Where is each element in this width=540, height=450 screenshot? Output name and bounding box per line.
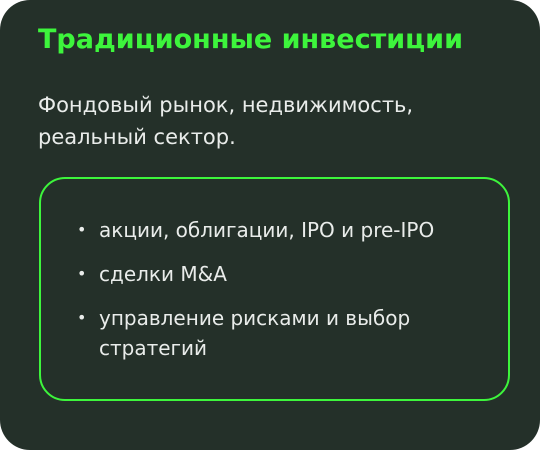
- list-item: • сделки M&A: [77, 259, 499, 289]
- list-item-text: акции, облигации, IPO и pre-IPO: [99, 218, 435, 242]
- bullet-icon: •: [77, 220, 87, 239]
- list-item-text: управление рисками и выбор стратегий: [99, 306, 411, 360]
- bullet-icon: •: [77, 264, 87, 283]
- list-item: • управление рисками и выбор стратегий: [77, 303, 499, 363]
- list-item: • акции, облигации, IPO и pre-IPO: [77, 215, 499, 245]
- card-subtitle: Фондовый рынок, недвижимость, реальный с…: [38, 93, 414, 149]
- bullet-list: • акции, облигации, IPO и pre-IPO • сдел…: [77, 215, 499, 377]
- card-title: Традиционные инвестиции: [38, 24, 463, 55]
- bullet-icon: •: [77, 308, 87, 327]
- list-item-text: сделки M&A: [99, 262, 227, 286]
- highlight-box: • акции, облигации, IPO и pre-IPO • сдел…: [39, 177, 510, 401]
- investment-card: Традиционные инвестиции Фондовый рынок, …: [0, 0, 540, 450]
